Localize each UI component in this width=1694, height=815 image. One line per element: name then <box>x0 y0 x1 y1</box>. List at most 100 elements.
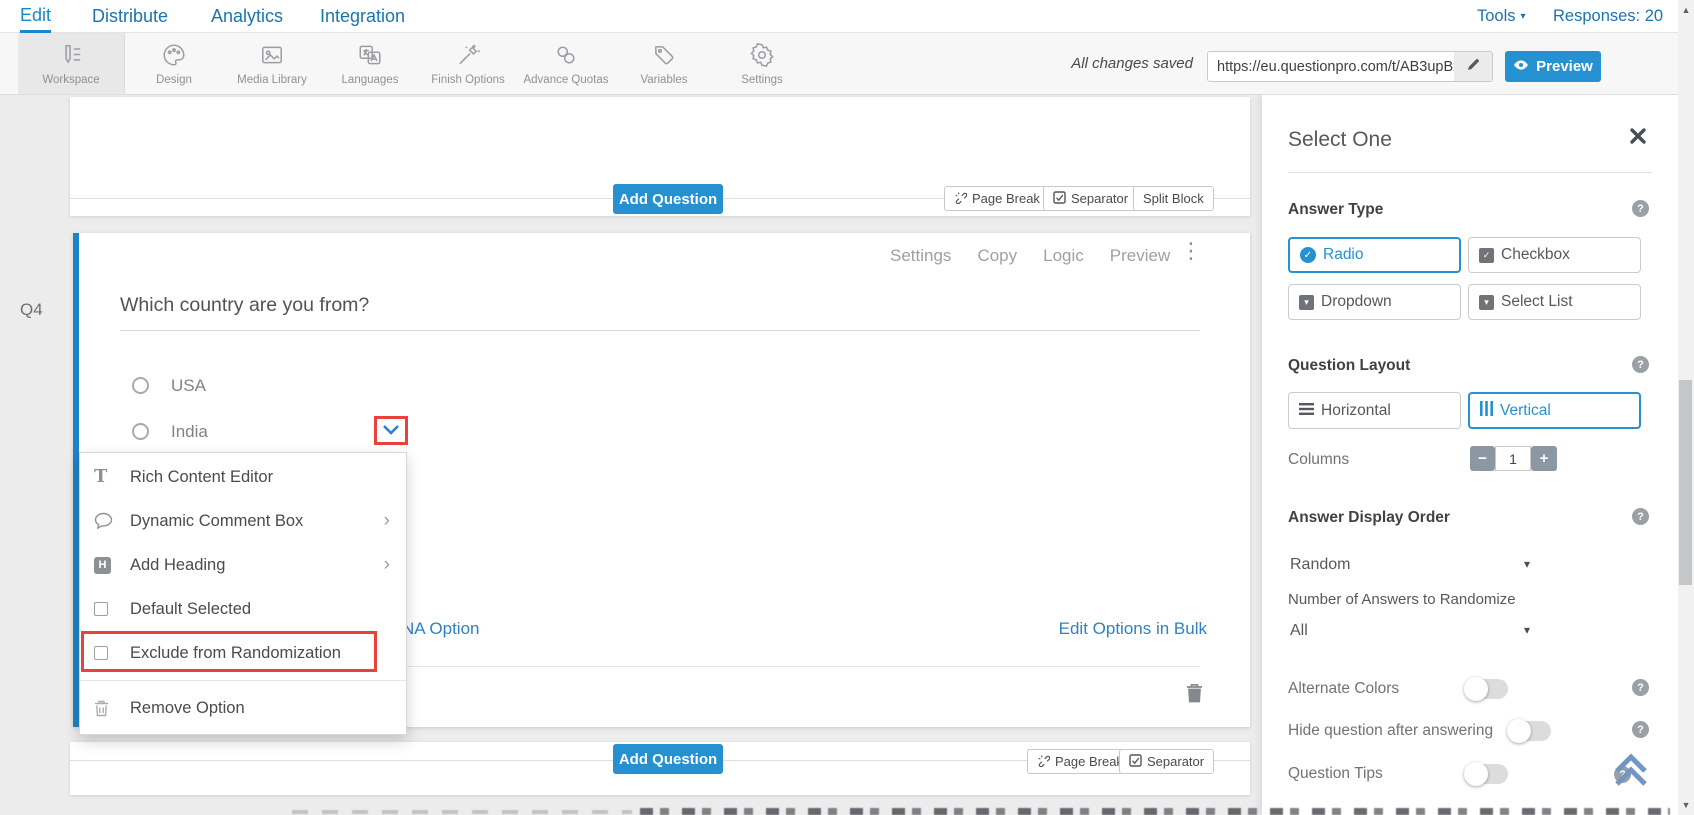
menu-item-default-selected[interactable]: Default Selected <box>80 587 406 631</box>
scroll-up-arrow[interactable]: ▲ <box>1678 2 1694 18</box>
question-tips-toggle[interactable] <box>1464 762 1508 786</box>
help-icon[interactable]: ? <box>1632 356 1649 373</box>
toolbar-item-label: Variables <box>640 73 688 86</box>
tile-label: Horizontal <box>1321 401 1391 419</box>
answer-type-dropdown[interactable]: ▾ Dropdown <box>1288 284 1461 320</box>
chevron-down-icon[interactable]: ▾ <box>1524 557 1530 571</box>
option-label-usa[interactable]: USA <box>171 376 206 396</box>
page-break-button-top[interactable]: Page Break <box>944 186 1050 211</box>
separator-button-top[interactable]: Separator <box>1043 186 1139 211</box>
columns-decrement-button[interactable]: − <box>1470 446 1495 471</box>
responses-label: Responses: 20 <box>1553 7 1664 25</box>
columns-increment-button[interactable]: + <box>1531 446 1557 471</box>
responses-link[interactable]: Responses: 20 <box>1553 0 1663 33</box>
edit-options-in-bulk-link[interactable]: Edit Options in Bulk <box>1059 619 1207 639</box>
toolbar-item-variables[interactable]: Variables <box>615 33 713 94</box>
layout-horizontal[interactable]: Horizontal <box>1288 392 1461 429</box>
help-icon[interactable]: ? <box>1632 679 1649 696</box>
option-menu-chevron-button[interactable] <box>374 416 408 445</box>
na-option-link[interactable]: NA Option <box>402 619 480 639</box>
toolbar-item-finish-options[interactable]: Finish Options <box>419 33 517 94</box>
question-settings-link[interactable]: Settings <box>890 246 951 266</box>
nav-tab-integration-label: Integration <box>320 6 406 26</box>
toolbar-item-label: Workspace <box>42 73 100 86</box>
save-status: All changes saved <box>1071 55 1193 72</box>
columns-value[interactable]: 1 <box>1495 446 1531 471</box>
question-preview-link[interactable]: Preview <box>1110 246 1170 266</box>
help-icon[interactable]: ? <box>1632 508 1649 525</box>
add-question-button-top[interactable]: Add Question <box>613 184 723 214</box>
layout-vertical[interactable]: Vertical <box>1468 392 1641 429</box>
checkbox-check-icon: ✓ <box>1479 247 1494 263</box>
randomize-count-select[interactable]: All <box>1290 622 1308 640</box>
menu-item-rich-content-editor[interactable]: T Rich Content Editor <box>80 455 406 499</box>
menu-item-dynamic-comment-box[interactable]: Dynamic Comment Box › <box>80 499 406 543</box>
help-icon[interactable]: ? <box>1632 200 1649 217</box>
toolbar-item-label: Media Library <box>237 73 307 86</box>
option-label-india[interactable]: India <box>171 422 208 442</box>
toolbar-item-settings[interactable]: Settings <box>713 33 811 94</box>
toggle-knob <box>1464 677 1488 701</box>
survey-url-field[interactable]: https://eu.questionpro.com/t/AB3upBxZ <box>1207 51 1493 82</box>
tile-label: Dropdown <box>1321 293 1392 310</box>
toolbar-item-label: Settings <box>741 73 783 86</box>
preview-button[interactable]: Preview <box>1505 51 1601 82</box>
help-icon[interactable]: ? <box>1632 721 1649 738</box>
answer-type-checkbox[interactable]: ✓ Checkbox <box>1468 237 1641 273</box>
delete-option-trash-icon[interactable] <box>1186 683 1203 708</box>
answer-type-select-list[interactable]: ▾ Select List <box>1468 284 1641 320</box>
toolbar-item-media-library[interactable]: Media Library <box>223 33 321 94</box>
answer-type-radio[interactable]: ✓ Radio <box>1288 237 1461 273</box>
comment-bubble-icon <box>94 512 130 530</box>
chevron-down-icon[interactable]: ▾ <box>1524 623 1530 637</box>
radio-option-india[interactable] <box>132 423 149 440</box>
display-order-select[interactable]: Random <box>1290 556 1350 574</box>
window-scrollbar[interactable]: ▲ ▼ <box>1678 0 1694 815</box>
scroll-down-arrow[interactable]: ▼ <box>1678 797 1694 813</box>
question-copy-link[interactable]: Copy <box>977 246 1017 266</box>
toolbar-item-advance-quotas[interactable]: Advance Quotas <box>517 33 615 94</box>
dropdown-caret-icon: ▾ <box>1299 294 1314 310</box>
radio-option-usa[interactable] <box>132 377 149 394</box>
menu-item-remove-option[interactable]: Remove Option <box>80 686 406 730</box>
toolbar-item-design[interactable]: Design <box>125 33 223 94</box>
add-question-button-bottom[interactable]: Add Question <box>613 744 723 774</box>
question-settings-sidebar: Select One Answer Type ? ✓ Radio ✓ Check… <box>1262 95 1678 815</box>
scrollbar-thumb[interactable] <box>1679 380 1692 585</box>
nav-tab-distribute[interactable]: Distribute <box>92 0 168 33</box>
answer-display-order-label: Answer Display Order <box>1288 509 1450 526</box>
scroll-to-top-icon[interactable] <box>1610 750 1652 793</box>
menu-item-label: Default Selected <box>130 599 252 618</box>
close-icon[interactable] <box>1628 126 1648 151</box>
menu-item-label: Remove Option <box>130 698 245 717</box>
nav-tab-analytics[interactable]: Analytics <box>211 0 283 33</box>
survey-url-value[interactable]: https://eu.questionpro.com/t/AB3upBxZ <box>1208 59 1454 75</box>
question-logic-link[interactable]: Logic <box>1043 246 1084 266</box>
cutoff-content-strip <box>640 808 1670 815</box>
nav-tab-edit[interactable]: Edit <box>20 0 52 33</box>
palette-icon <box>161 42 187 71</box>
question-title[interactable]: Which country are you from? <box>120 294 369 317</box>
hide-question-label: Hide question after answering <box>1288 722 1494 739</box>
chain-link-icon <box>553 42 579 71</box>
alternate-colors-toggle[interactable] <box>1464 677 1508 701</box>
question-kebab-menu-icon[interactable]: ⋮ <box>1180 240 1202 262</box>
menu-item-label: Exclude from Randomization <box>130 643 341 662</box>
menu-item-exclude-from-randomization[interactable]: Exclude from Randomization <box>80 631 406 675</box>
edit-url-button[interactable] <box>1454 52 1492 81</box>
question-action-links: Settings Copy Logic Preview <box>890 246 1170 266</box>
randomize-count-label: Number of Answers to Randomize <box>1288 591 1516 608</box>
toolbar-item-languages[interactable]: Languages <box>321 33 419 94</box>
toolbar-item-workspace[interactable]: Workspace <box>18 33 125 94</box>
hide-question-toggle[interactable] <box>1507 719 1551 743</box>
toolbar-item-label: Finish Options <box>431 73 505 86</box>
nav-tab-integration[interactable]: Integration <box>320 0 405 33</box>
page-break-label: Page Break <box>972 191 1040 206</box>
separator-button-bottom[interactable]: Separator <box>1119 749 1215 774</box>
toolbar-item-label: Languages <box>341 73 399 86</box>
page-break-button-bottom[interactable]: Page Break <box>1027 749 1133 774</box>
menu-item-add-heading[interactable]: H Add Heading › <box>80 543 406 587</box>
nav-tab-edit-label: Edit <box>20 4 52 25</box>
split-block-button[interactable]: Split Block <box>1133 186 1214 211</box>
tools-menu[interactable]: Tools ▾ <box>1477 0 1526 33</box>
